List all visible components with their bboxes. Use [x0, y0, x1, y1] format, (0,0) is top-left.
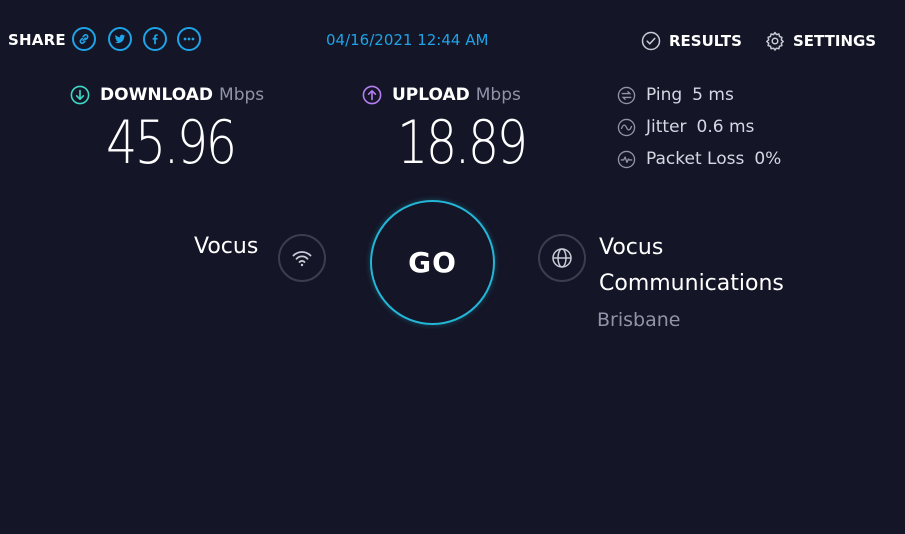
globe-icon: [552, 248, 572, 268]
results-button[interactable]: RESULTS: [641, 31, 742, 51]
share-more-button[interactable]: [177, 27, 201, 51]
settings-button[interactable]: SETTINGS: [765, 31, 876, 51]
upload-label: UPLOAD: [392, 85, 470, 105]
download-label: DOWNLOAD: [100, 85, 214, 105]
share-label: SHARE: [8, 31, 66, 49]
share-facebook-button[interactable]: [143, 27, 167, 51]
twitter-icon: [114, 34, 126, 44]
wifi-icon: [292, 251, 312, 267]
share-link-button[interactable]: [72, 27, 96, 51]
connection-type-button[interactable]: [278, 234, 326, 282]
upload-header: UPLOAD Mbps: [362, 85, 521, 105]
packet-loss-stat: Packet Loss 0%: [617, 149, 781, 169]
packet-loss-value: 0%: [754, 149, 782, 169]
upload-arrow-icon: [362, 85, 382, 105]
more-icon: [183, 37, 195, 41]
upload-unit: Mbps: [475, 85, 521, 105]
download-value: 45.96: [106, 108, 237, 178]
results-label: RESULTS: [669, 32, 742, 50]
packet-loss-icon: [617, 150, 636, 168]
ping-icon: [617, 86, 636, 104]
ping-stat: Ping 5 ms: [617, 85, 734, 105]
settings-label: SETTINGS: [793, 32, 877, 50]
packet-loss-label: Packet Loss: [646, 149, 745, 169]
facebook-icon: [152, 34, 158, 45]
jitter-stat: Jitter 0.6 ms: [617, 117, 754, 137]
check-circle-icon: [641, 31, 661, 51]
go-button[interactable]: GO: [370, 200, 495, 325]
jitter-label: Jitter: [646, 117, 687, 137]
ping-label: Ping: [646, 85, 683, 105]
change-server-button[interactable]: [538, 234, 586, 282]
server-info[interactable]: Vocus Communications: [599, 230, 784, 302]
download-unit: Mbps: [219, 85, 265, 105]
download-arrow-icon: [70, 85, 90, 105]
gear-icon: [766, 31, 784, 51]
jitter-value: 0.6 ms: [696, 117, 755, 137]
ping-value: 5 ms: [692, 85, 734, 105]
jitter-icon: [617, 118, 636, 136]
download-header: DOWNLOAD Mbps: [70, 85, 264, 105]
upload-value: 18.89: [397, 108, 528, 178]
isp-name: Vocus: [194, 234, 259, 259]
share-twitter-button[interactable]: [108, 27, 132, 51]
link-icon: [79, 34, 89, 44]
test-datetime: 04/16/2021 12:44 AM: [326, 31, 489, 49]
go-label: GO: [408, 246, 457, 279]
server-name-line1: Vocus: [599, 235, 664, 260]
server-location: Brisbane: [597, 309, 681, 331]
server-name-line2: Communications: [599, 271, 784, 296]
